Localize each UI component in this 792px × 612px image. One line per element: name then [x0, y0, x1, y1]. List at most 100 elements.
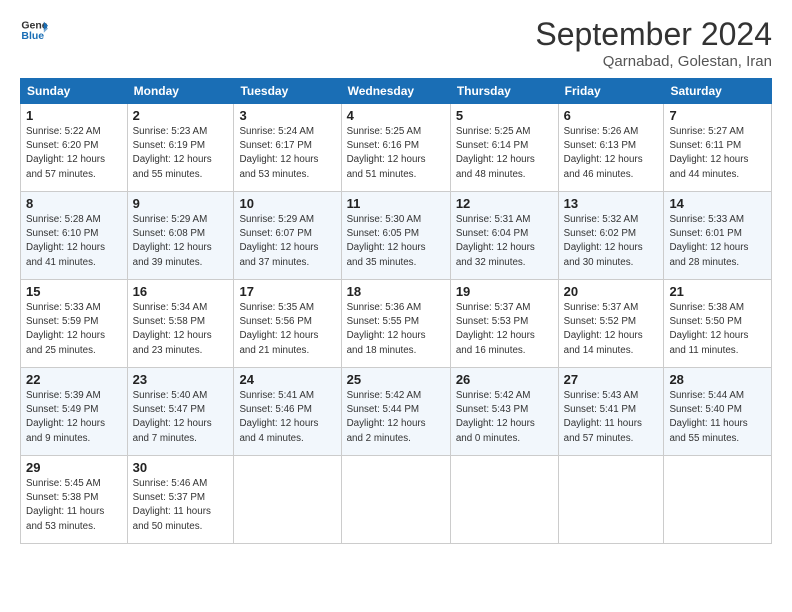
day-number: 27 — [564, 372, 659, 387]
day-info: Sunrise: 5:44 AM Sunset: 5:40 PM Dayligh… — [669, 389, 766, 446]
day-cell: 12Sunrise: 5:31 AM Sunset: 6:04 PM Dayli… — [450, 192, 558, 280]
logo-icon: General Blue — [20, 16, 48, 44]
week-row-2: 8 Sunrise: 5:28 AM Sunset: 6:10 PM Daylig… — [21, 192, 772, 280]
day-info: Sunrise: 5:22 AM Sunset: 6:20 PM Dayligh… — [26, 125, 122, 182]
day-cell: 17 Sunrise: 5:35 AM Sunset: 5:56 PM Dayli… — [234, 280, 341, 368]
calendar-table: SundayMondayTuesdayWednesdayThursdayFrid… — [20, 78, 772, 544]
day-number: 25 — [347, 372, 445, 387]
day-info: Sunrise: 5:34 AM Sunset: 5:58 PM Dayligh… — [133, 301, 229, 358]
day-cell: 26Sunrise: 5:42 AM Sunset: 5:43 PM Dayli… — [450, 368, 558, 456]
day-cell — [664, 456, 772, 544]
day-number: 14 — [669, 196, 766, 211]
day-number: 19 — [456, 284, 553, 299]
day-cell: 15Sunrise: 5:33 AM Sunset: 5:59 PM Dayli… — [21, 280, 128, 368]
day-info: Sunrise: 5:36 AM Sunset: 5:55 PM Dayligh… — [347, 301, 445, 358]
day-number: 7 — [669, 108, 766, 123]
day-cell: 10 Sunrise: 5:29 AM Sunset: 6:07 PM Dayli… — [234, 192, 341, 280]
day-info: Sunrise: 5:42 AM Sunset: 5:44 PM Dayligh… — [347, 389, 445, 446]
day-cell — [558, 456, 664, 544]
day-info: Sunrise: 5:29 AM Sunset: 6:08 PM Dayligh… — [133, 213, 229, 270]
day-cell: 21Sunrise: 5:38 AM Sunset: 5:50 PM Dayli… — [664, 280, 772, 368]
day-cell: 23Sunrise: 5:40 AM Sunset: 5:47 PM Dayli… — [127, 368, 234, 456]
weekday-header-row: SundayMondayTuesdayWednesdayThursdayFrid… — [21, 79, 772, 104]
day-info: Sunrise: 5:39 AM Sunset: 5:49 PM Dayligh… — [26, 389, 122, 446]
day-cell: 13 Sunrise: 5:32 AM Sunset: 6:02 PM Dayli… — [558, 192, 664, 280]
day-cell: 18 Sunrise: 5:36 AM Sunset: 5:55 PM Dayli… — [341, 280, 450, 368]
day-cell: 28 Sunrise: 5:44 AM Sunset: 5:40 PM Dayli… — [664, 368, 772, 456]
day-info: Sunrise: 5:37 AM Sunset: 5:53 PM Dayligh… — [456, 301, 553, 358]
day-info: Sunrise: 5:32 AM Sunset: 6:02 PM Dayligh… — [564, 213, 659, 270]
day-info: Sunrise: 5:24 AM Sunset: 6:17 PM Dayligh… — [239, 125, 335, 182]
day-cell: 22 Sunrise: 5:39 AM Sunset: 5:49 PM Dayli… — [21, 368, 128, 456]
day-number: 2 — [133, 108, 229, 123]
day-info: Sunrise: 5:43 AM Sunset: 5:41 PM Dayligh… — [564, 389, 659, 446]
weekday-wednesday: Wednesday — [341, 79, 450, 104]
day-info: Sunrise: 5:28 AM Sunset: 6:10 PM Dayligh… — [26, 213, 122, 270]
day-number: 11 — [347, 196, 445, 211]
day-number: 6 — [564, 108, 659, 123]
day-number: 9 — [133, 196, 229, 211]
weekday-saturday: Saturday — [664, 79, 772, 104]
svg-text:Blue: Blue — [21, 30, 44, 42]
day-info: Sunrise: 5:35 AM Sunset: 5:56 PM Dayligh… — [239, 301, 335, 358]
day-cell: 6 Sunrise: 5:26 AM Sunset: 6:13 PM Daylig… — [558, 104, 664, 192]
day-number: 16 — [133, 284, 229, 299]
day-number: 4 — [347, 108, 445, 123]
header: General Blue September 2024 Qarnabad, Go… — [20, 16, 772, 70]
day-number: 17 — [239, 284, 335, 299]
day-cell: 14 Sunrise: 5:33 AM Sunset: 6:01 PM Dayli… — [664, 192, 772, 280]
day-number: 3 — [239, 108, 335, 123]
week-row-3: 15Sunrise: 5:33 AM Sunset: 5:59 PM Dayli… — [21, 280, 772, 368]
day-info: Sunrise: 5:38 AM Sunset: 5:50 PM Dayligh… — [669, 301, 766, 358]
day-cell: 3 Sunrise: 5:24 AM Sunset: 6:17 PM Daylig… — [234, 104, 341, 192]
day-cell: 29Sunrise: 5:45 AM Sunset: 5:38 PM Dayli… — [21, 456, 128, 544]
day-info: Sunrise: 5:29 AM Sunset: 6:07 PM Dayligh… — [239, 213, 335, 270]
day-cell: 25 Sunrise: 5:42 AM Sunset: 5:44 PM Dayli… — [341, 368, 450, 456]
day-number: 1 — [26, 108, 122, 123]
day-cell: 30Sunrise: 5:46 AM Sunset: 5:37 PM Dayli… — [127, 456, 234, 544]
day-cell: 9 Sunrise: 5:29 AM Sunset: 6:08 PM Daylig… — [127, 192, 234, 280]
day-cell: 20Sunrise: 5:37 AM Sunset: 5:52 PM Dayli… — [558, 280, 664, 368]
day-cell: 8 Sunrise: 5:28 AM Sunset: 6:10 PM Daylig… — [21, 192, 128, 280]
day-number: 30 — [133, 460, 229, 475]
weekday-monday: Monday — [127, 79, 234, 104]
day-number: 29 — [26, 460, 122, 475]
day-info: Sunrise: 5:37 AM Sunset: 5:52 PM Dayligh… — [564, 301, 659, 358]
day-number: 24 — [239, 372, 335, 387]
page: General Blue September 2024 Qarnabad, Go… — [0, 0, 792, 612]
day-info: Sunrise: 5:26 AM Sunset: 6:13 PM Dayligh… — [564, 125, 659, 182]
day-cell — [341, 456, 450, 544]
weekday-friday: Friday — [558, 79, 664, 104]
day-cell: 1 Sunrise: 5:22 AM Sunset: 6:20 PM Daylig… — [21, 104, 128, 192]
day-cell: 24 Sunrise: 5:41 AM Sunset: 5:46 PM Dayli… — [234, 368, 341, 456]
day-number: 13 — [564, 196, 659, 211]
calendar-body: 1 Sunrise: 5:22 AM Sunset: 6:20 PM Daylig… — [21, 104, 772, 544]
day-cell: 2 Sunrise: 5:23 AM Sunset: 6:19 PM Daylig… — [127, 104, 234, 192]
logo: General Blue — [20, 16, 48, 44]
weekday-sunday: Sunday — [21, 79, 128, 104]
day-number: 28 — [669, 372, 766, 387]
day-info: Sunrise: 5:40 AM Sunset: 5:47 PM Dayligh… — [133, 389, 229, 446]
day-number: 10 — [239, 196, 335, 211]
day-info: Sunrise: 5:42 AM Sunset: 5:43 PM Dayligh… — [456, 389, 553, 446]
day-number: 8 — [26, 196, 122, 211]
day-info: Sunrise: 5:25 AM Sunset: 6:14 PM Dayligh… — [456, 125, 553, 182]
day-info: Sunrise: 5:23 AM Sunset: 6:19 PM Dayligh… — [133, 125, 229, 182]
title-block: September 2024 Qarnabad, Golestan, Iran — [535, 16, 772, 70]
day-number: 22 — [26, 372, 122, 387]
day-cell: 27 Sunrise: 5:43 AM Sunset: 5:41 PM Dayli… — [558, 368, 664, 456]
day-cell: 16 Sunrise: 5:34 AM Sunset: 5:58 PM Dayli… — [127, 280, 234, 368]
day-cell: 5Sunrise: 5:25 AM Sunset: 6:14 PM Daylig… — [450, 104, 558, 192]
week-row-1: 1 Sunrise: 5:22 AM Sunset: 6:20 PM Daylig… — [21, 104, 772, 192]
weekday-thursday: Thursday — [450, 79, 558, 104]
day-info: Sunrise: 5:27 AM Sunset: 6:11 PM Dayligh… — [669, 125, 766, 182]
month-title: September 2024 — [535, 16, 772, 53]
day-number: 18 — [347, 284, 445, 299]
day-cell: 7 Sunrise: 5:27 AM Sunset: 6:11 PM Daylig… — [664, 104, 772, 192]
week-row-4: 22 Sunrise: 5:39 AM Sunset: 5:49 PM Dayli… — [21, 368, 772, 456]
day-info: Sunrise: 5:31 AM Sunset: 6:04 PM Dayligh… — [456, 213, 553, 270]
day-cell — [450, 456, 558, 544]
day-cell: 11Sunrise: 5:30 AM Sunset: 6:05 PM Dayli… — [341, 192, 450, 280]
day-info: Sunrise: 5:41 AM Sunset: 5:46 PM Dayligh… — [239, 389, 335, 446]
day-info: Sunrise: 5:33 AM Sunset: 6:01 PM Dayligh… — [669, 213, 766, 270]
